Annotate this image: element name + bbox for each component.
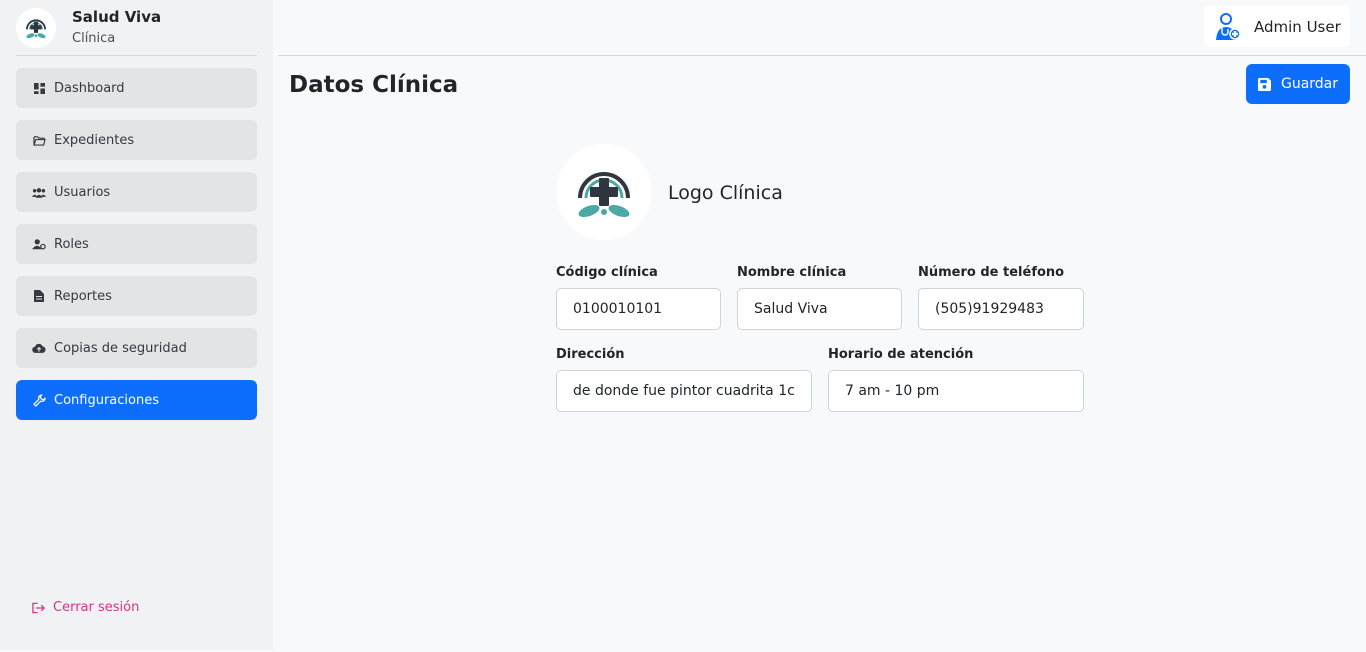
users-icon <box>32 185 46 199</box>
save-label: Guardar <box>1280 76 1339 92</box>
user-name: Admin User <box>1254 17 1341 36</box>
dashboard-icon <box>32 81 46 95</box>
sidebar-item-dashboard[interactable]: Dashboard <box>16 68 257 108</box>
horario-label: Horario de atención <box>828 347 974 362</box>
codigo-clinica-input[interactable] <box>556 288 721 330</box>
sign-out-icon <box>32 602 45 614</box>
clinic-logo-icon <box>578 172 630 218</box>
sidebar-item-expedientes[interactable]: Expedientes <box>16 120 257 160</box>
sidebar-item-label: Usuarios <box>54 184 111 200</box>
brand-subtitle: Clínica <box>72 31 116 46</box>
sidebar-item-label: Roles <box>54 236 89 252</box>
sidebar-item-usuarios[interactable]: Usuarios <box>16 172 257 212</box>
logo-label: Logo Clínica <box>668 182 783 204</box>
codigo-label: Código clínica <box>556 265 658 280</box>
brand-name: Salud Viva <box>72 8 162 26</box>
sidebar-item-label: Expedientes <box>54 132 135 148</box>
nombre-clinica-input[interactable] <box>737 288 902 330</box>
sidebar-item-label: Configuraciones <box>54 392 159 408</box>
sidebar-item-label: Dashboard <box>54 80 125 96</box>
wrench-icon <box>32 393 46 407</box>
user-menu[interactable]: Admin User <box>1204 6 1350 47</box>
sidebar: Salud Viva Clínica Dashboard Expedientes… <box>0 0 273 650</box>
page-title: Datos Clínica <box>289 72 459 98</box>
cloud-upload-icon <box>32 341 46 355</box>
direccion-label: Dirección <box>556 347 625 362</box>
user-doctor-icon <box>1212 12 1242 42</box>
logout-label: Cerrar sesión <box>53 600 140 615</box>
telefono-label: Número de teléfono <box>918 265 1065 280</box>
sidebar-item-roles[interactable]: Roles <box>16 224 257 264</box>
logout-button[interactable]: Cerrar sesión <box>32 600 139 615</box>
horario-input[interactable] <box>828 370 1084 412</box>
sidebar-item-label: Reportes <box>54 288 112 304</box>
topbar: Admin User <box>278 0 1366 56</box>
sidebar-item-label: Copias de seguridad <box>54 340 187 356</box>
sidebar-item-copias[interactable]: Copias de seguridad <box>16 328 257 368</box>
sidebar-item-configuraciones[interactable]: Configuraciones <box>16 380 257 420</box>
nombre-label: Nombre clínica <box>737 265 847 280</box>
file-icon <box>32 289 46 303</box>
user-gear-icon <box>32 237 46 251</box>
save-icon <box>1257 77 1271 91</box>
brand-logo <box>16 8 56 48</box>
clinic-logo[interactable] <box>556 144 652 240</box>
save-button[interactable]: Guardar <box>1246 64 1350 104</box>
sidebar-item-reportes[interactable]: Reportes <box>16 276 257 316</box>
direccion-input[interactable] <box>556 370 812 412</box>
telefono-input[interactable] <box>918 288 1084 330</box>
folder-open-icon <box>32 133 46 147</box>
brand: Salud Viva Clínica <box>16 6 257 56</box>
